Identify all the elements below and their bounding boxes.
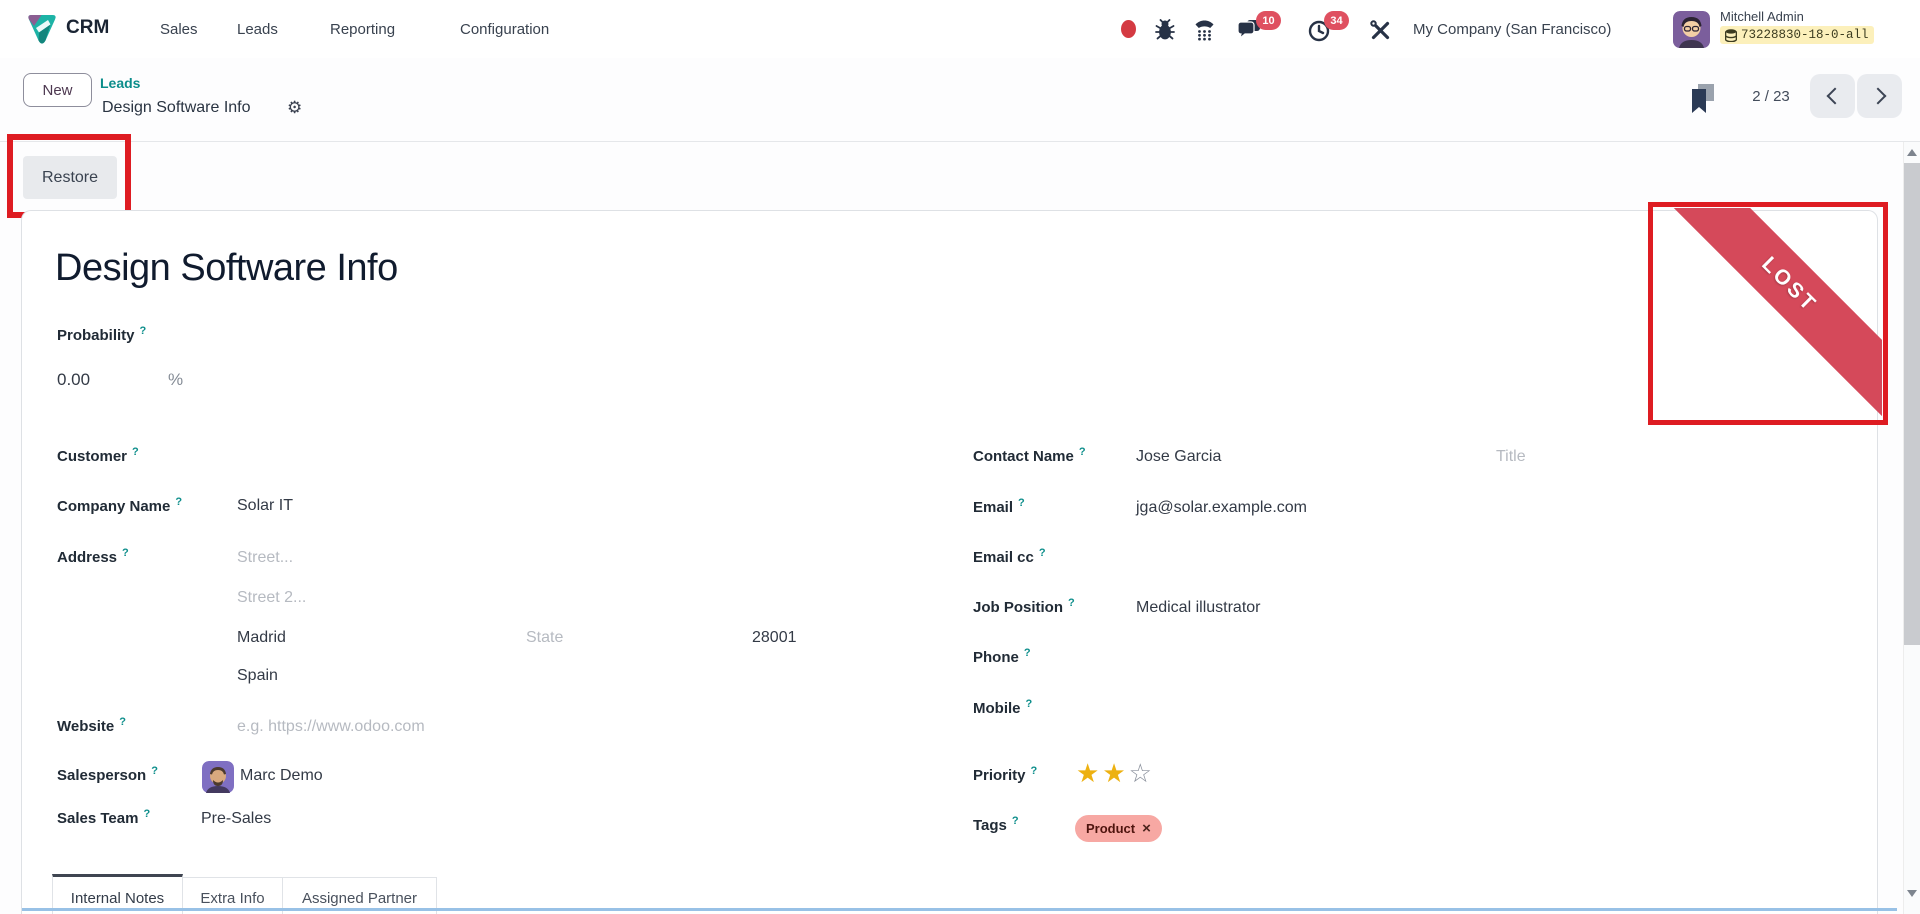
user-avatar[interactable] [1673,11,1710,53]
sales-team-value[interactable]: Pre-Sales [201,810,271,828]
user-name[interactable]: Mitchell Admin [1720,9,1804,24]
help-icon: ? [1068,597,1075,609]
website-input[interactable]: e.g. https://www.odoo.com [237,718,425,736]
help-icon: ? [1038,547,1046,559]
dialer-phone-icon[interactable] [1193,19,1216,46]
pager-value: 2 / 23 [1752,88,1790,105]
priority-stars: ★ ★ ☆ [1076,760,1152,786]
bookmark-icon[interactable] [1688,84,1715,118]
notebook-content-edge [22,908,1897,911]
help-icon: ? [119,716,126,728]
mobile-label: Mobile? [973,698,1033,717]
company-switcher[interactable]: My Company (San Francisco) [1413,21,1611,38]
crm-app-icon[interactable] [26,13,58,50]
form-sheet [21,210,1878,914]
state-input[interactable]: State [526,629,563,647]
tag-label: Product [1086,821,1136,836]
country-input[interactable]: Spain [237,667,278,685]
pager-next-button[interactable] [1857,74,1902,118]
messages-count-badge[interactable]: 10 [1256,11,1281,30]
probability-unit: % [168,370,184,389]
breadcrumb-current-record: Design Software Info [102,99,251,116]
pager-previous-button[interactable] [1810,74,1855,118]
chevron-left-icon [1826,87,1843,105]
probability-label: Probability? [57,325,147,344]
restore-annotation-box [7,134,131,218]
top-navbar: CRM Sales Leads Reporting Configuration [0,0,1920,58]
help-icon: ? [1011,815,1019,827]
star-filled-icon[interactable]: ★ [1102,760,1125,786]
help-icon: ? [151,765,158,777]
nav-menu-sales[interactable]: Sales [160,21,198,38]
tag-product[interactable]: Product × [1075,815,1162,842]
tools-icon[interactable] [1370,20,1391,46]
crm-lead-form-screen: CRM Sales Leads Reporting Configuration [0,0,1920,914]
breadcrumb-leads-link[interactable]: Leads [100,75,140,91]
db-version-text: 73228830-18-0-all [1741,28,1869,42]
city-input[interactable]: Madrid [237,629,286,647]
help-icon: ? [175,496,183,508]
probability-value[interactable]: 0.00 [57,370,90,390]
vertical-scrollbar[interactable] [1903,142,1920,914]
zip-input[interactable]: 28001 [752,629,797,647]
scroll-down-arrow-icon[interactable] [1907,890,1917,897]
lost-annotation-box [1648,202,1888,425]
star-filled-icon[interactable]: ★ [1076,760,1099,786]
customer-label: Customer? [57,446,139,465]
street-input[interactable]: Street... [237,549,293,567]
email-label: Email? [973,497,1025,516]
app-name: CRM [66,17,110,38]
contact-name-label: Contact Name? [973,446,1086,465]
priority-label: Priority? [973,765,1038,784]
control-panel-divider [0,141,1920,142]
nav-menu-leads[interactable]: Leads [237,21,278,38]
company-name-value[interactable]: Solar IT [237,497,293,515]
tag-remove-icon[interactable]: × [1142,821,1151,836]
job-position-label: Job Position? [973,597,1075,616]
help-icon: ? [122,547,129,559]
salesperson-value[interactable]: Marc Demo [240,767,323,785]
nav-menu-reporting[interactable]: Reporting [330,21,395,38]
address-label: Address? [57,547,129,566]
scrollbar-thumb[interactable] [1904,163,1920,645]
chevron-right-icon [1869,87,1886,105]
bug-icon[interactable] [1154,19,1176,46]
database-icon [1725,28,1737,42]
activity-count-badge[interactable]: 34 [1324,11,1349,30]
contact-name-input[interactable]: Jose Garcia [1136,448,1221,466]
lead-title[interactable]: Design Software Info [55,247,398,290]
email-input[interactable]: jga@solar.example.com [1136,499,1307,517]
website-label: Website? [57,716,126,735]
help-icon: ? [1030,765,1038,777]
phone-label: Phone? [973,647,1031,666]
help-icon: ? [1023,647,1031,659]
sales-team-label: Sales Team? [57,808,151,827]
star-empty-icon[interactable]: ☆ [1129,760,1152,786]
nav-menu-configuration[interactable]: Configuration [460,21,549,38]
scroll-up-arrow-icon[interactable] [1907,149,1917,156]
db-version-badge: 73228830-18-0-all [1720,26,1874,44]
help-icon: ? [1078,446,1086,458]
salesperson-label: Salesperson? [57,765,158,784]
company-name-label: Company Name? [57,496,183,515]
salesperson-avatar[interactable] [202,761,234,798]
help-icon: ? [132,446,139,458]
help-icon: ? [143,808,151,820]
contact-title-input[interactable]: Title [1496,448,1526,466]
tags-label: Tags? [973,815,1019,834]
help-icon: ? [1025,698,1033,710]
street2-input[interactable]: Street 2... [237,589,306,607]
record-actions-gear-icon[interactable]: ⚙ [287,98,302,118]
recording-indicator-icon[interactable] [1121,20,1136,38]
email-cc-label: Email cc? [973,547,1046,566]
job-position-input[interactable]: Medical illustrator [1136,599,1260,617]
new-button[interactable]: New [23,73,92,107]
help-icon: ? [1018,497,1025,509]
help-icon: ? [139,325,147,337]
